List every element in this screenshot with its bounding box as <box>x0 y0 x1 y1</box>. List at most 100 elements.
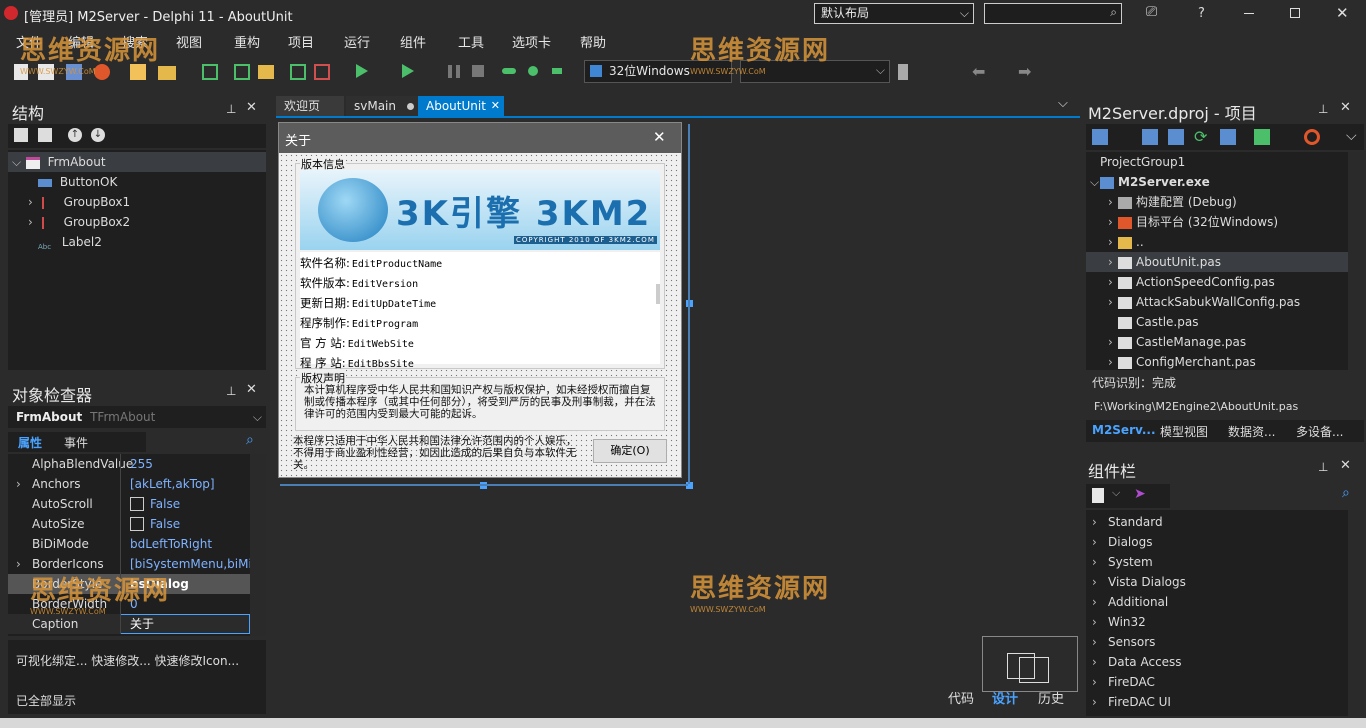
checkbox[interactable] <box>130 497 144 511</box>
project-item[interactable]: ›.. <box>1086 232 1348 252</box>
menu-item[interactable]: 运行 <box>336 32 392 51</box>
tab-list-chevron-icon[interactable]: ⌵ <box>1058 96 1068 111</box>
menu-item[interactable]: 选项卡 <box>504 32 572 51</box>
chevron-right-icon[interactable]: › <box>1108 192 1118 212</box>
project-item[interactable]: Castle.pas <box>1086 312 1348 332</box>
chevron-right-icon[interactable]: › <box>1108 352 1118 370</box>
property-row[interactable]: AlphaBlendValue 255 <box>8 454 250 474</box>
chevron-right-icon[interactable]: › <box>1108 252 1118 272</box>
add-icon[interactable] <box>1142 129 1158 145</box>
palette-category[interactable]: › System <box>1092 552 1153 572</box>
inspector-footer-links[interactable]: 可视化绑定... 快速修改... 快速修改Icon... <box>16 652 239 669</box>
groupbox1[interactable]: 版本信息 3K引擎 3KM2 COPYRIGHT 2010 OF 3KM2.CO… <box>295 156 665 370</box>
chevron-right-icon[interactable]: › <box>16 474 21 494</box>
menu-item[interactable]: 重构 <box>226 32 280 51</box>
refresh-icon[interactable]: ⟳ <box>1194 127 1207 146</box>
project-tab[interactable]: M2Serv... <box>1092 423 1156 437</box>
tab-welcome[interactable]: 欢迎页 <box>276 96 344 116</box>
close-panel-icon[interactable]: ✕ <box>246 100 257 115</box>
layout-select[interactable]: 默认布局 ⌵ <box>814 3 974 24</box>
step-over-icon[interactable] <box>502 68 516 74</box>
tree-item-frmabout[interactable]: ⌵ FrmAbout <box>8 152 266 172</box>
open-folder-icon[interactable] <box>158 66 176 80</box>
form-minimap[interactable] <box>982 636 1078 692</box>
pin-icon[interactable]: ⊥ <box>226 384 236 398</box>
palette-category[interactable]: › FireDAC <box>1092 672 1155 692</box>
chevron-down-icon[interactable]: ⌵ <box>1112 486 1120 500</box>
close-tab-icon[interactable]: ✕ <box>491 96 500 116</box>
build-icon[interactable] <box>1220 129 1236 145</box>
menu-item[interactable]: 视图 <box>168 32 226 51</box>
property-row[interactable]: AutoSize False <box>8 514 250 534</box>
palette-category[interactable]: › Data Access <box>1092 652 1182 672</box>
property-value[interactable]: bdLeftToRight <box>130 534 212 554</box>
project-item[interactable]: ⌵ M2Server.exe <box>1086 172 1348 192</box>
project-item[interactable]: › AttackSabukWallConfig.pas <box>1086 292 1348 312</box>
settings-icon[interactable]: ⌵ <box>1346 128 1357 144</box>
palette-category[interactable]: › Additional <box>1092 592 1168 612</box>
tab-history[interactable]: 历史 <box>1038 688 1064 707</box>
close-panel-icon[interactable]: ✕ <box>246 382 257 397</box>
property-row[interactable]: AutoScroll False <box>8 494 250 514</box>
chevron-right-icon[interactable]: › <box>1108 232 1118 252</box>
back-arrow-icon[interactable]: ⬅ <box>972 62 985 81</box>
palette-category[interactable]: › Win32 <box>1092 612 1146 632</box>
project-item[interactable]: › AboutUnit.pas <box>1086 252 1348 272</box>
close-icon[interactable]: ✕ <box>1336 4 1349 22</box>
pause-icon[interactable] <box>448 65 460 78</box>
property-value[interactable]: False <box>150 514 180 534</box>
open-all-icon[interactable] <box>258 65 274 79</box>
save-icon[interactable] <box>202 64 218 80</box>
object-select[interactable]: FrmAbout TFrmAbout ⌵ <box>8 406 266 428</box>
chevron-right-icon[interactable]: › <box>1108 292 1118 312</box>
close-panel-icon[interactable]: ✕ <box>1340 100 1351 115</box>
pin-icon[interactable]: ⊥ <box>226 102 236 116</box>
property-scrollbar[interactable] <box>250 454 266 636</box>
info-field-value[interactable]: EditBbsSite <box>348 359 414 370</box>
project-tab[interactable]: 多设备... <box>1296 423 1343 440</box>
device-icon[interactable] <box>898 64 908 80</box>
feedback-icon[interactable]: ⎚ <box>1146 4 1166 22</box>
tab-design[interactable]: 设计 <box>992 688 1018 707</box>
run-icon[interactable] <box>356 64 368 78</box>
project-item[interactable]: › 构建配置 (Debug) <box>1086 192 1348 212</box>
property-value[interactable]: 关于 <box>130 614 154 634</box>
remove-from-project-icon[interactable] <box>314 64 330 80</box>
file-view-icon[interactable] <box>1168 129 1184 145</box>
sync-icon[interactable] <box>1254 129 1270 145</box>
property-row[interactable]: › Anchors [akLeft,akTop] <box>8 474 250 494</box>
tree-item-groupbox2[interactable]: › GroupBox2 <box>28 212 130 232</box>
move-up-icon[interactable]: ↑ <box>68 128 82 142</box>
palette-scrollbar[interactable] <box>1348 510 1364 716</box>
tab-code[interactable]: 代码 <box>948 688 974 707</box>
collapse-icon[interactable] <box>38 128 52 142</box>
info-scrollbar[interactable] <box>656 284 660 304</box>
chevron-expanded-icon[interactable]: ⌵ <box>1090 172 1100 192</box>
chevron-right-icon[interactable]: › <box>16 554 21 574</box>
pin-icon[interactable]: ⊥ <box>1318 460 1328 474</box>
info-field-value[interactable]: EditWebSite <box>348 339 414 350</box>
close-panel-icon[interactable]: ✕ <box>1340 458 1351 473</box>
project-scrollbar[interactable] <box>1348 152 1364 370</box>
menu-item[interactable]: 项目 <box>280 32 336 51</box>
property-value[interactable]: [akLeft,akTop] <box>130 474 215 494</box>
menu-item[interactable]: 组件 <box>392 32 450 51</box>
stop-icon[interactable] <box>472 65 484 77</box>
deploy-icon[interactable] <box>1304 129 1320 145</box>
project-item[interactable]: ProjectGroup1 <box>1086 152 1348 172</box>
property-value[interactable]: False <box>150 494 180 514</box>
project-tab[interactable]: 模型视图 <box>1160 423 1208 440</box>
search-icon[interactable]: ⌕ <box>1342 485 1350 501</box>
project-item[interactable]: › ConfigMerchant.pas <box>1086 352 1348 370</box>
chevron-right-icon[interactable]: › <box>1108 272 1118 292</box>
cursor-icon[interactable]: ➤ <box>1134 486 1146 502</box>
tree-item-buttonok[interactable]: ButtonOK <box>38 172 117 192</box>
tab-events[interactable]: 事件 <box>64 434 88 451</box>
help-button[interactable]: ? <box>1198 6 1205 21</box>
tab-aboutunit[interactable]: AboutUnit ✕ <box>418 96 504 116</box>
save-all-icon[interactable] <box>234 64 250 80</box>
expand-icon[interactable] <box>14 128 28 142</box>
pin-icon[interactable]: ⊥ <box>1318 102 1328 116</box>
tab-properties[interactable]: 属性 <box>18 434 42 451</box>
add-to-project-icon[interactable] <box>290 64 306 80</box>
